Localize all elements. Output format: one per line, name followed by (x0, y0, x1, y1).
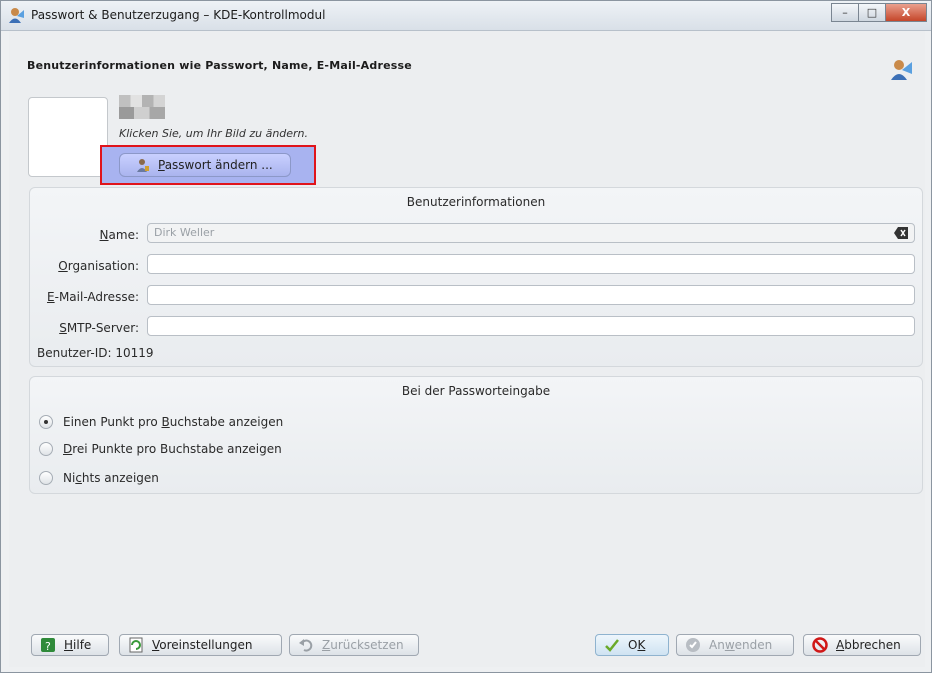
smtp-field[interactable] (147, 316, 915, 336)
radio-one-dot[interactable]: Einen Punkt pro Buchstabe anzeigen (39, 415, 283, 429)
name-label-text: ame: (108, 228, 139, 242)
radio-one-dot-post: uchstabe anzeigen (169, 415, 284, 429)
radio-nothing[interactable]: Nichts anzeigen (39, 471, 159, 485)
help-label: ilfe (73, 638, 92, 652)
reset-label: urücksetzen (330, 638, 404, 652)
user-account-icon (9, 8, 24, 23)
reset-mnemonic: Z (322, 638, 331, 652)
email-label-text: -Mail-Adresse: (54, 290, 139, 304)
undo-icon (299, 639, 313, 652)
clear-field-icon[interactable] (894, 227, 908, 239)
user-face-image[interactable] (28, 97, 108, 177)
radio-nothing-label: Nichts anzeigen (63, 471, 159, 485)
radio-unselected[interactable] (39, 442, 53, 456)
email-mnemonic: E (47, 290, 55, 304)
smtp-label: SMTP-Server: (31, 321, 139, 335)
radio-three-dots[interactable]: Drei Punkte pro Buchstabe anzeigen (39, 442, 282, 456)
radio-three-dots-post: rei Punkte pro Buchstabe anzeigen (72, 442, 282, 456)
name-field[interactable]: Dirk Weller (147, 223, 915, 243)
apply-label-rest: enden (734, 638, 773, 652)
pixelated-username (119, 95, 165, 119)
name-value: Dirk Weller (154, 226, 215, 239)
radio-nothing-pre: Ni (63, 471, 76, 485)
reset-button[interactable]: Zurücksetzen (289, 634, 419, 656)
organisation-label-text: rganisation: (67, 259, 139, 273)
help-mnemonic: H (64, 638, 74, 652)
defaults-icon (129, 637, 143, 653)
radio-three-dots-mnemonic: D (63, 442, 73, 456)
radio-nothing-post: hts anzeigen (81, 471, 159, 485)
organisation-label: Organisation: (31, 259, 139, 273)
organisation-mnemonic: O (58, 259, 68, 273)
cancel-icon (812, 637, 828, 653)
name-mnemonic: N (99, 228, 109, 242)
email-label: E-Mail-Adresse: (1, 290, 139, 304)
password-entry-group: Bei der Passworteingabe (29, 376, 923, 494)
help-button[interactable]: ? Hilfe (31, 634, 109, 656)
ok-mnemonic: K (637, 638, 646, 652)
user-info-group-title: Benutzerinformationen (406, 195, 546, 209)
organisation-field[interactable] (147, 254, 915, 274)
change-password-label: asswort ändern ... (164, 158, 273, 172)
defaults-button[interactable]: Voreinstellungen (119, 634, 282, 656)
help-icon: ? (41, 638, 55, 653)
apply-icon (686, 638, 700, 652)
apply-mnemonic: w (724, 638, 735, 652)
user-key-icon (137, 159, 149, 172)
smtp-label-text: MTP-Server: (66, 321, 139, 335)
radio-selected[interactable] (39, 415, 53, 429)
radio-one-dot-mnemonic: B (161, 415, 170, 429)
apply-button[interactable]: Anwenden (676, 634, 794, 656)
user-id: Benutzer-ID: 10119 (37, 346, 154, 360)
defaults-label: oreinstellungen (159, 638, 253, 652)
user-info-group: Benutzerinformationen (29, 187, 923, 367)
module-header-title: Benutzerinformationen wie Passwort, Name… (27, 59, 412, 72)
minimize-button[interactable]: – (831, 3, 859, 22)
window-controls: – □ X (831, 3, 927, 22)
checkmark-icon (605, 639, 619, 652)
radio-one-dot-pre: Einen Punkt pro (63, 415, 162, 429)
svg-text:?: ? (45, 640, 51, 653)
apply-label-pre: An (709, 638, 725, 652)
radio-one-dot-label: Einen Punkt pro Buchstabe anzeigen (63, 415, 283, 429)
change-password-mnemonic: P (158, 158, 165, 172)
radio-nothing-mnemonic: c (75, 471, 82, 485)
email-field[interactable] (147, 285, 915, 305)
smtp-mnemonic: S (59, 321, 67, 335)
change-password-button[interactable]: Passwort ändern ... (119, 153, 291, 177)
kde-control-module-window: Passwort & Benutzerzugang – KDE-Kontroll… (0, 0, 932, 673)
close-button[interactable]: X (885, 3, 927, 22)
title-bar[interactable]: Passwort & Benutzerzugang – KDE-Kontroll… (1, 1, 931, 31)
radio-unselected[interactable] (39, 471, 53, 485)
maximize-button[interactable]: □ (858, 3, 886, 22)
window-title: Passwort & Benutzerzugang – KDE-Kontroll… (31, 8, 326, 22)
cancel-button[interactable]: Abbrechen (803, 634, 921, 656)
cancel-label: bbrechen (844, 638, 901, 652)
face-change-hint: Klicken Sie, um Ihr Bild zu ändern. (119, 127, 309, 140)
password-entry-group-title: Bei der Passworteingabe (401, 384, 551, 398)
ok-button[interactable]: OK (595, 634, 669, 656)
radio-three-dots-label: Drei Punkte pro Buchstabe anzeigen (63, 442, 282, 456)
name-label: Name: (61, 228, 139, 242)
user-account-icon (891, 60, 912, 80)
cancel-mnemonic: A (836, 638, 845, 652)
